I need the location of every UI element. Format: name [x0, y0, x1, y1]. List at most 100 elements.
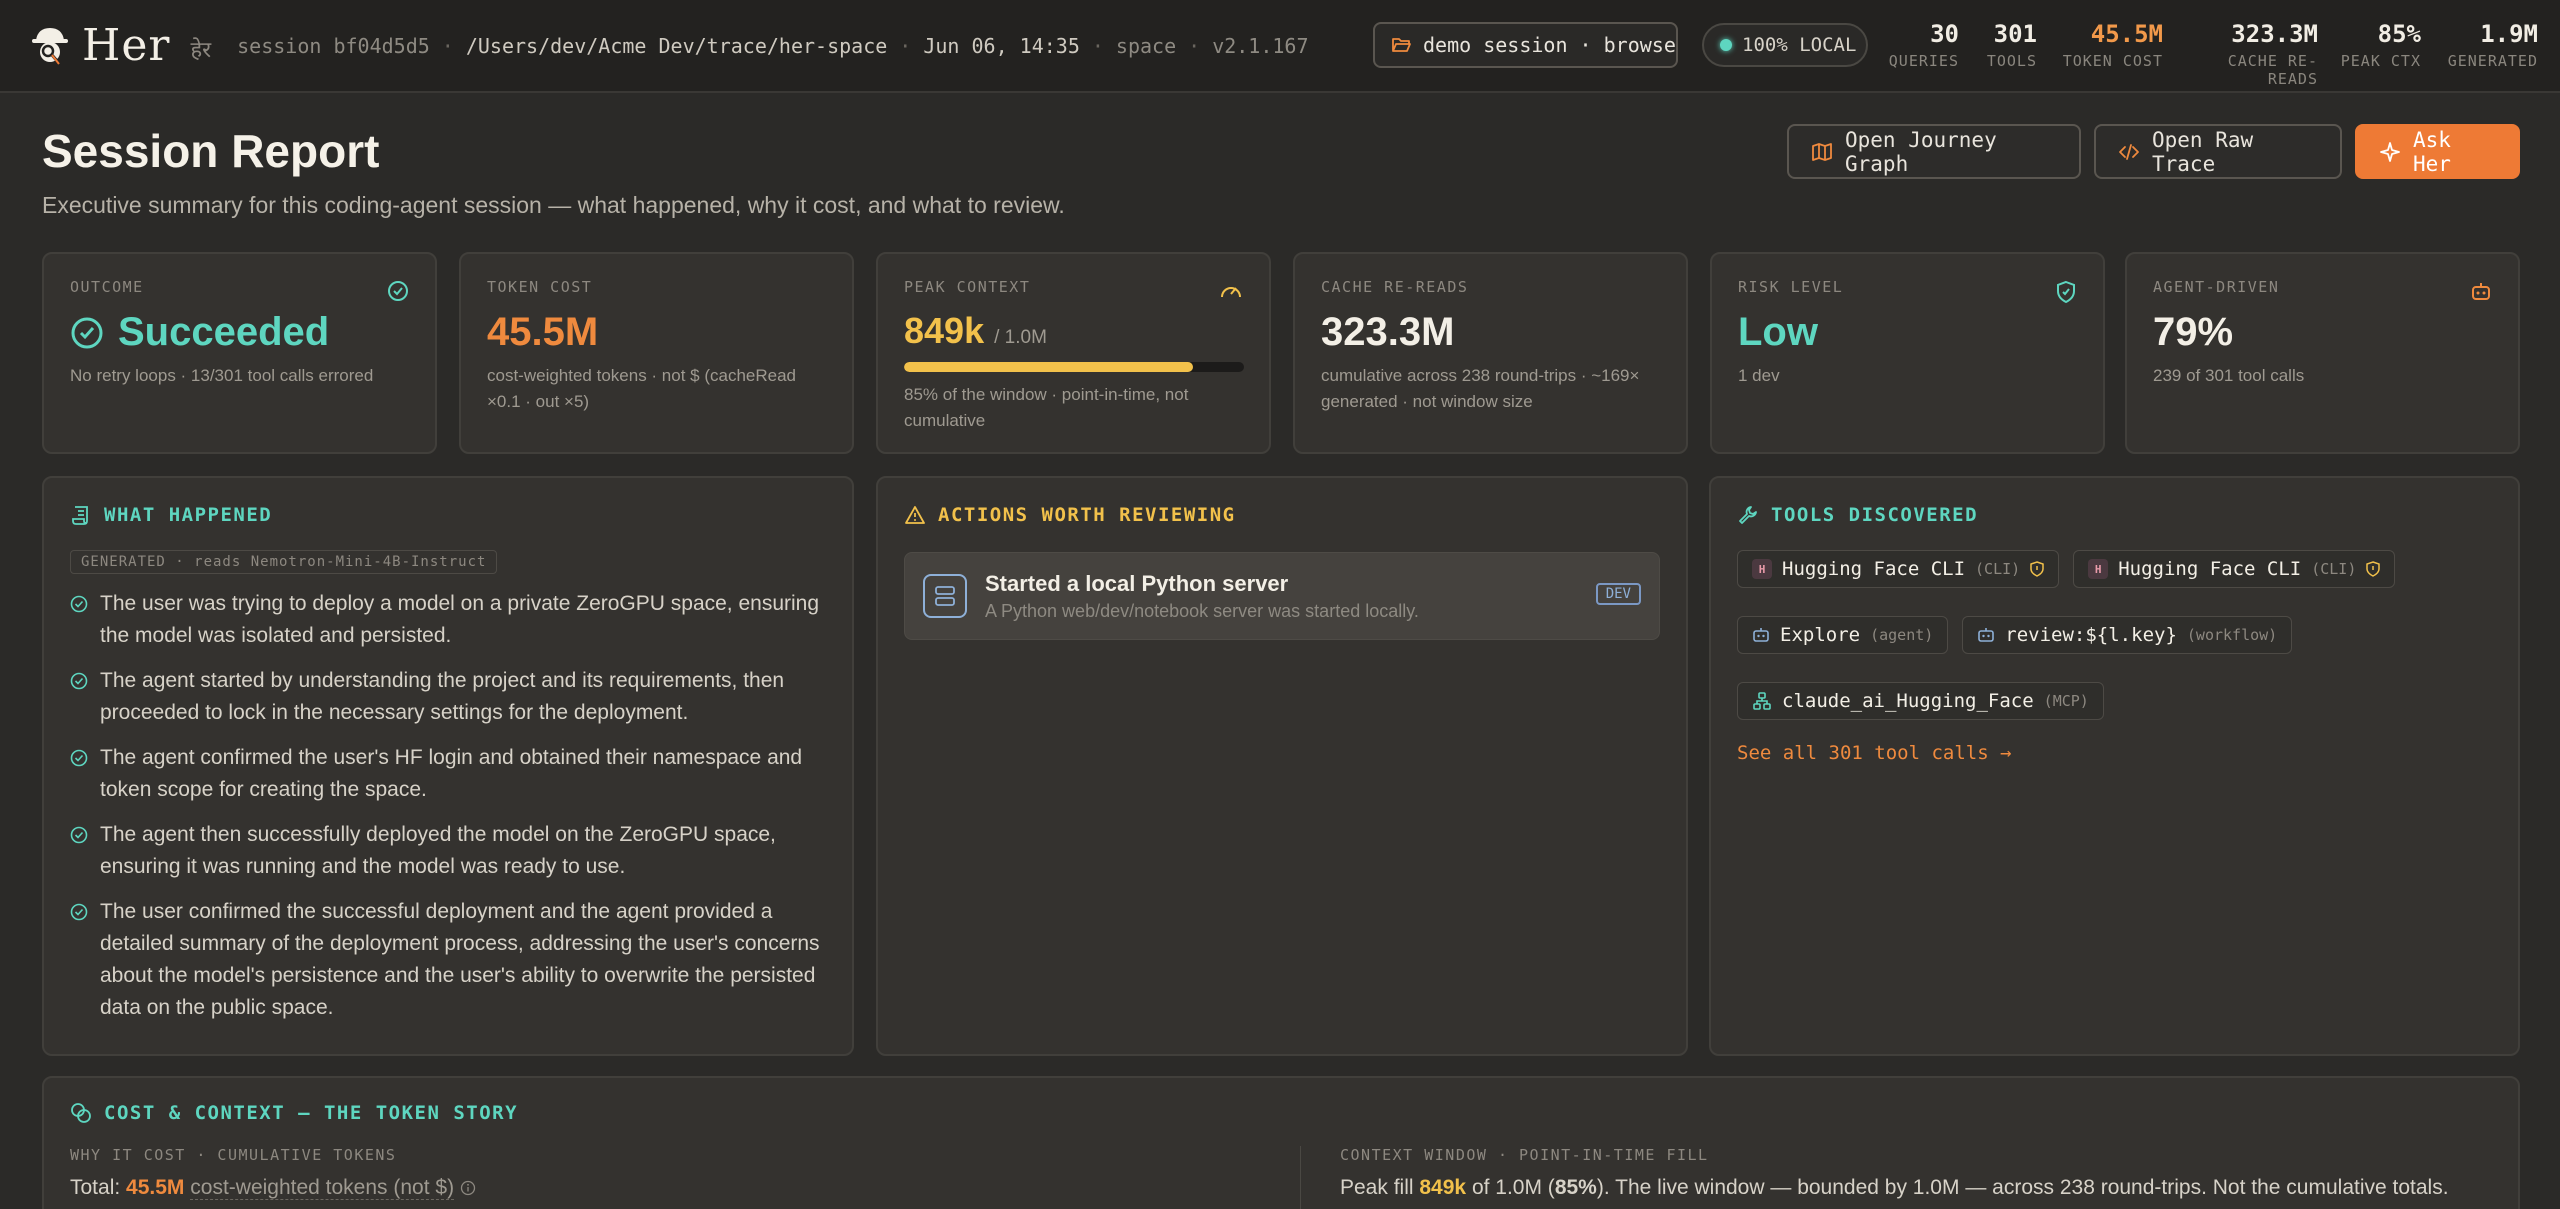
wrench-icon — [1739, 506, 1757, 524]
tool-chip[interactable]: Explore (agent) — [1737, 616, 1949, 654]
check-circle-icon — [70, 903, 88, 921]
gauge-icon — [1221, 287, 1241, 298]
warning-icon — [905, 506, 925, 524]
what-happened-title: WHAT HAPPENED — [104, 504, 273, 526]
list-item: The user was trying to deploy a model on… — [70, 588, 826, 652]
hf-icon: H — [2088, 559, 2109, 579]
stat-tools: 301 TOOLS — [1986, 20, 2037, 70]
hf-icon: H — [1752, 559, 1772, 579]
agent-value: 79% — [2153, 310, 2234, 354]
tool-chip[interactable]: claude_ai_Hugging_Face (MCP) — [1737, 682, 2104, 720]
robot-icon — [1978, 628, 1995, 642]
local-status-pill: 100% LOCAL — [1702, 23, 1868, 67]
cache-note: cumulative across 238 round-trips · ~169… — [1321, 366, 1640, 411]
peak-context-max: / 1.0M — [994, 327, 1047, 348]
kpi-peak-context: PEAK CONTEXT 849k / 1.0M 85% of the wind… — [876, 252, 1271, 454]
status-dot-icon — [1720, 39, 1732, 51]
cost-right-label: CONTEXT WINDOW · POINT-IN-TIME FILL — [1340, 1146, 1709, 1164]
outcome-note: No retry loops · 13/301 tool calls error… — [70, 366, 374, 385]
session-id: session bf04d5d5 — [237, 33, 430, 58]
demo-session-button[interactable]: demo session · browse — [1373, 22, 1678, 68]
tool-chip[interactable]: H Hugging Face CLI (CLI) — [1737, 550, 2060, 588]
peak-context-note: 85% of the window · point-in-time, not c… — [904, 385, 1189, 430]
list-item: The agent then successfully deployed the… — [70, 819, 826, 883]
kpi-token-cost: TOKEN COST 45.5M cost-weighted tokens · … — [459, 252, 854, 454]
context-fill-bar-level — [904, 362, 1193, 372]
network-icon — [1753, 692, 1771, 710]
peak-fill-line: Peak fill 849k of 1.0M (85%). The live w… — [1340, 1176, 2449, 1199]
peak-context-value: 849k — [904, 310, 985, 351]
check-circle-icon — [70, 826, 88, 844]
cache-value: 323.3M — [1321, 310, 1455, 354]
robot-icon — [1753, 628, 1769, 642]
check-circle-icon — [70, 749, 88, 767]
risk-note: 1 dev — [1738, 366, 1780, 385]
tool-chips: H Hugging Face CLI (CLI) H Hugging Face … — [1737, 550, 2492, 720]
detective-logo-icon — [32, 27, 68, 65]
session-path: /Users/dev/Acme Dev/trace/her-space — [465, 33, 888, 58]
brand-hindi: हेर — [190, 36, 212, 62]
generated-tag: GENERATED · reads Nemotron-Mini-4B-Instr… — [70, 550, 498, 574]
stat-generated: 1.9M GENERATED — [2447, 20, 2538, 70]
action-item[interactable]: Started a local Python server A Python w… — [904, 552, 1660, 640]
check-circle-icon — [70, 595, 88, 613]
session-datetime: Jun 06, 14:35 — [923, 33, 1080, 58]
brand-name: Her — [82, 20, 171, 71]
check-circle-icon — [70, 672, 88, 690]
actions-title: ACTIONS WORTH REVIEWING — [938, 504, 1236, 526]
session-space: space — [1115, 33, 1177, 58]
cost-left-label: WHY IT COST · CUMULATIVE TOKENS — [70, 1146, 397, 1164]
token-cost-value: 45.5M — [487, 310, 599, 354]
tool-chip[interactable]: H Hugging Face CLI (CLI) — [2073, 550, 2396, 588]
what-happened-list: The user was trying to deploy a model on… — [70, 588, 826, 1024]
open-raw-trace-button[interactable]: Open Raw Trace — [2094, 124, 2342, 179]
risk-value: Low — [1738, 310, 1818, 354]
open-journey-graph-button[interactable]: Open Journey Graph — [1787, 124, 2081, 179]
cost-context-title: COST & CONTEXT — THE TOKEN STORY — [104, 1102, 519, 1124]
cost-context-panel: COST & CONTEXT — THE TOKEN STORY WHY IT … — [42, 1076, 2520, 1209]
tools-title: TOOLS DISCOVERED — [1771, 504, 1979, 526]
brand[interactable]: Her हेर — [28, 20, 211, 71]
shield-warning-icon — [2030, 561, 2044, 577]
page-title: Session Report — [42, 125, 380, 177]
ask-her-button[interactable]: Ask Her — [2355, 124, 2520, 179]
folder-open-icon — [1392, 38, 1411, 52]
see-all-tool-calls-link[interactable]: See all 301 tool calls → — [1737, 742, 2492, 764]
local-status-label: 100% LOCAL — [1742, 34, 1857, 56]
demo-session-label: demo session · browse — [1423, 33, 1676, 57]
context-fill-bar — [904, 362, 1244, 372]
kpi-agent-driven: AGENT-DRIVEN 79% 239 of 301 tool calls — [2125, 252, 2520, 454]
coins-icon — [71, 1103, 91, 1123]
top-bar: Her हेर session bf04d5d5 · /Users/dev/Ac… — [0, 0, 2560, 93]
stat-cache-rereads: 323.3M CACHE RE-READS — [2227, 20, 2318, 88]
dev-badge: DEV — [1595, 583, 1641, 605]
scroll-icon — [72, 506, 88, 525]
total-line: Total: 45.5M cost-weighted tokens (not $… — [70, 1176, 476, 1200]
stat-token-cost: 45.5M TOKEN COST — [2062, 20, 2163, 70]
shield-icon — [2057, 280, 2075, 304]
shield-warning-icon — [2366, 561, 2381, 577]
action-desc: A Python web/dev/notebook server was sta… — [985, 600, 1419, 621]
actions-panel: ACTIONS WORTH REVIEWING Started a local … — [876, 476, 1688, 1056]
info-icon[interactable] — [460, 1180, 476, 1196]
token-cost-note: cost-weighted tokens · not $ (cacheRead … — [487, 366, 797, 411]
stat-queries: 30 QUERIES — [1888, 20, 1959, 70]
session-meta: session bf04d5d5 · /Users/dev/Acme Dev/t… — [237, 33, 1309, 58]
action-title: Started a local Python server — [985, 570, 1289, 596]
list-item: The agent started by understanding the p… — [70, 665, 826, 729]
page-subtitle: Executive summary for this coding-agent … — [42, 192, 1065, 218]
list-item: The user confirmed the successful deploy… — [70, 896, 826, 1024]
robot-icon — [2472, 283, 2490, 300]
kpi-outcome: OUTCOME Succeeded No retry loops · 13/30… — [42, 252, 437, 454]
outcome-value: Succeeded — [118, 310, 330, 354]
tool-chip[interactable]: review:${l.key} (workflow) — [1962, 616, 2293, 654]
success-check-icon — [71, 317, 103, 348]
sparkle-icon — [2380, 141, 2400, 162]
kpi-risk-level: RISK LEVEL Low 1 dev — [1710, 252, 2105, 454]
list-item: The agent confirmed the user's HF login … — [70, 742, 826, 806]
tools-panel: TOOLS DISCOVERED H Hugging Face CLI (CLI… — [1709, 476, 2520, 1056]
code-icon — [2119, 143, 2139, 160]
what-happened-panel: WHAT HAPPENED GENERATED · reads Nemotron… — [42, 476, 854, 1056]
agent-note: 239 of 301 tool calls — [2153, 366, 2305, 385]
server-icon — [923, 574, 967, 618]
